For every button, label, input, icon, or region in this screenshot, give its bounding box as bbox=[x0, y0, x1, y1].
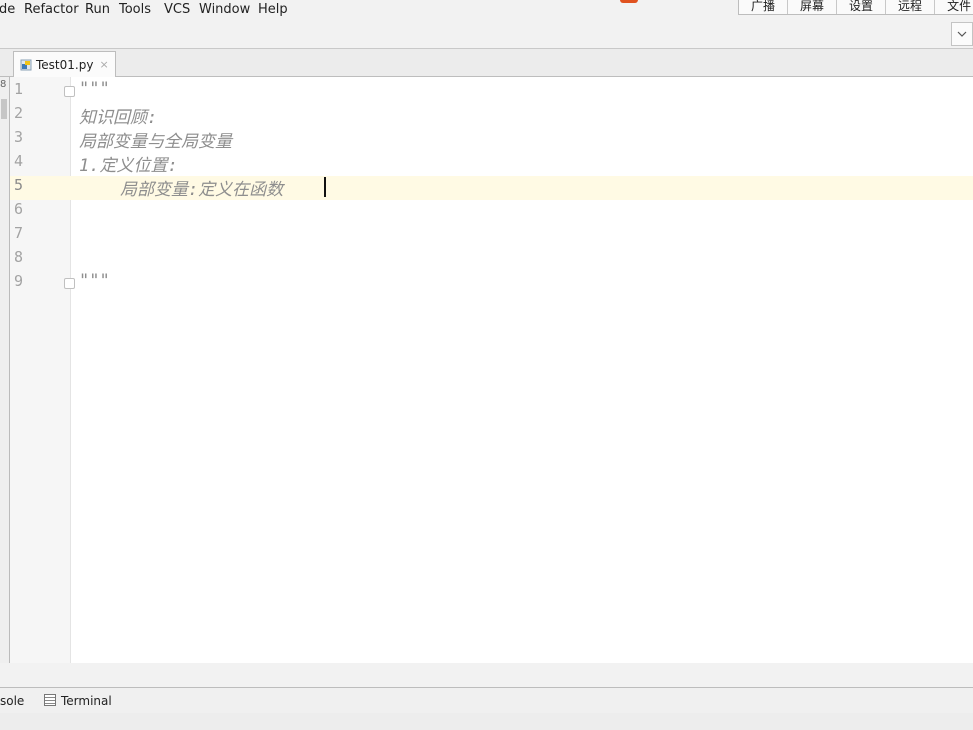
code-editor[interactable] bbox=[71, 77, 973, 663]
tab-label: Test01.py bbox=[36, 57, 94, 72]
editor-bottom-area bbox=[0, 663, 973, 687]
screen-share-toolbar: 广播 屏幕 设置 远程 文件 bbox=[738, 0, 973, 15]
screen-button[interactable]: 屏幕 bbox=[788, 0, 838, 14]
fold-marker-icon[interactable] bbox=[64, 278, 75, 289]
text-caret bbox=[324, 177, 326, 197]
code-line: 1.定义位置: bbox=[79, 156, 178, 176]
console-tool-button[interactable]: sole bbox=[0, 694, 24, 708]
tab-test01[interactable]: Test01.py × bbox=[13, 51, 116, 77]
menu-run[interactable]: Run bbox=[85, 2, 110, 17]
line-number: 8 bbox=[14, 248, 24, 266]
line-number: 2 bbox=[14, 104, 24, 122]
tool-window-bar: sole Terminal bbox=[0, 687, 973, 714]
structure-marker[interactable] bbox=[1, 99, 7, 119]
line-number: 1 bbox=[14, 80, 24, 98]
line-number: 3 bbox=[14, 128, 24, 146]
line-number: 6 bbox=[14, 200, 24, 218]
menu-refactor[interactable]: Refactor bbox=[24, 2, 79, 17]
settings-button[interactable]: 设置 bbox=[837, 0, 887, 14]
code-line: 知识回顾: bbox=[79, 108, 158, 128]
editor-tab-strip: Test01.py × bbox=[0, 49, 973, 77]
status-bar bbox=[0, 713, 973, 730]
line-number: 4 bbox=[14, 152, 24, 170]
python-file-icon bbox=[20, 59, 32, 71]
code-line: """ bbox=[79, 271, 110, 291]
menu-tools[interactable]: Tools bbox=[119, 2, 151, 17]
line-number: 7 bbox=[14, 224, 24, 242]
broadcast-button[interactable]: 广播 bbox=[739, 0, 789, 14]
remote-button[interactable]: 远程 bbox=[886, 0, 936, 14]
fold-marker-icon[interactable] bbox=[64, 86, 75, 97]
navigation-bar bbox=[0, 20, 973, 49]
terminal-label: Terminal bbox=[61, 694, 112, 708]
tool-window-number: 8 bbox=[0, 79, 7, 90]
code-line: 局部变量与全局变量 bbox=[79, 132, 232, 152]
code-line: """ bbox=[79, 79, 110, 99]
line-number-current: 5 bbox=[14, 176, 24, 194]
close-icon[interactable]: × bbox=[99, 58, 108, 71]
code-line: 局部变量:定义在函数 bbox=[79, 180, 284, 200]
line-number: 9 bbox=[14, 272, 24, 290]
menu-vcs[interactable]: VCS bbox=[164, 2, 190, 17]
menu-code[interactable]: de bbox=[0, 2, 15, 17]
menu-window[interactable]: Window bbox=[199, 2, 250, 17]
terminal-tool-button[interactable]: Terminal bbox=[44, 694, 112, 708]
chevron-down-icon[interactable] bbox=[951, 22, 973, 46]
terminal-icon bbox=[44, 694, 56, 706]
menu-help[interactable]: Help bbox=[258, 2, 288, 17]
left-tool-strip: 8 bbox=[0, 77, 10, 663]
file-button[interactable]: 文件 bbox=[935, 0, 973, 14]
brand-mark bbox=[620, 0, 638, 3]
